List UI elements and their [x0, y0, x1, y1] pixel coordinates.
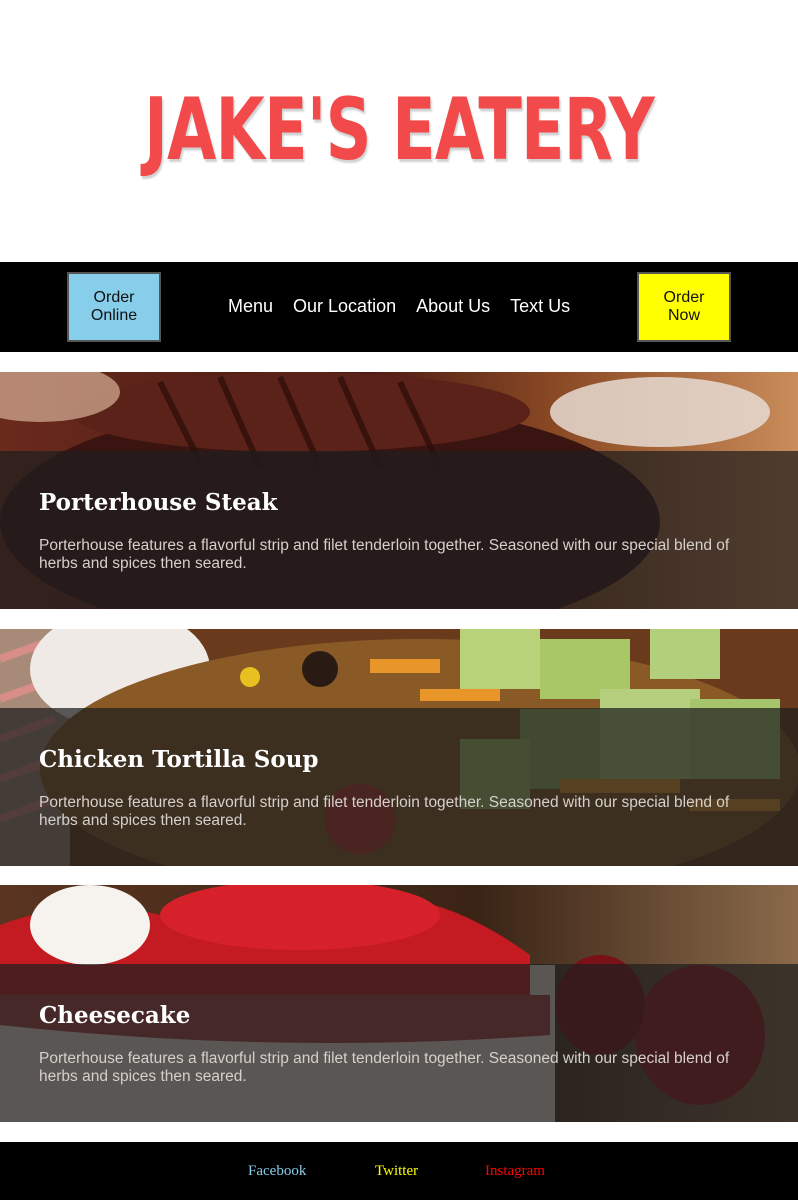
nav-link-our-location[interactable]: Our Location	[293, 296, 396, 317]
footer-link-twitter[interactable]: Twitter	[375, 1163, 418, 1180]
order-online-label: Order Online	[90, 289, 138, 324]
site-footer: Facebook Twitter Instagram	[0, 1142, 798, 1200]
footer-link-instagram[interactable]: Instagram	[485, 1163, 545, 1180]
menu-item-description: Porterhouse features a flavorful strip a…	[39, 794, 730, 829]
site-logo[interactable]: JAKE'S EATERY	[104, 82, 695, 178]
menu-item-description: Porterhouse features a flavorful strip a…	[39, 537, 730, 572]
menu-card-chicken-tortilla-soup: Chicken Tortilla Soup Porterhouse featur…	[0, 629, 798, 866]
nav-link-about-us[interactable]: About Us	[416, 296, 490, 317]
menu-item-description: Porterhouse features a flavorful strip a…	[39, 1050, 730, 1085]
card-text-overlay	[0, 964, 798, 1122]
footer-link-facebook[interactable]: Facebook	[248, 1163, 306, 1180]
card-text-overlay	[0, 708, 798, 866]
main-navigation: Order Online Menu Our Location About Us T…	[0, 262, 798, 352]
order-now-button[interactable]: Order Now	[637, 272, 731, 342]
menu-card-porterhouse-steak: Porterhouse Steak Porterhouse features a…	[0, 372, 798, 609]
menu-item-title: Cheesecake	[39, 1002, 191, 1029]
site-header: JAKE'S EATERY	[0, 0, 798, 262]
menu-item-title: Chicken Tortilla Soup	[39, 746, 319, 773]
nav-links: Menu Our Location About Us Text Us	[218, 296, 580, 317]
nav-link-menu[interactable]: Menu	[228, 296, 273, 317]
menu-item-title: Porterhouse Steak	[39, 489, 278, 516]
nav-link-text-us[interactable]: Text Us	[510, 296, 570, 317]
order-online-button[interactable]: Order Online	[67, 272, 161, 342]
order-now-label: Order Now	[663, 289, 705, 324]
menu-card-cheesecake: Cheesecake Porterhouse features a flavor…	[0, 885, 798, 1122]
card-text-overlay	[0, 451, 798, 609]
